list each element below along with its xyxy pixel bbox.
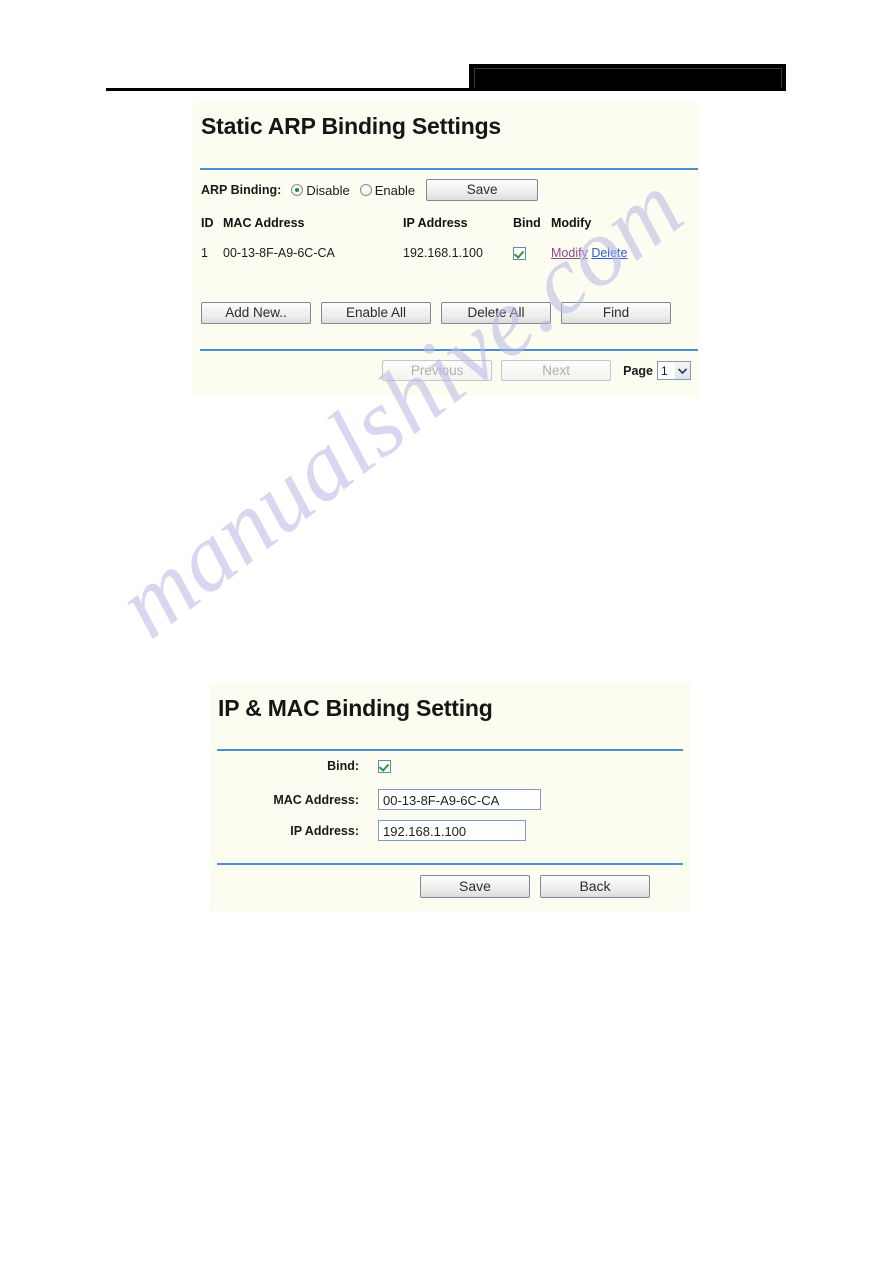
ip-mac-binding-panel: IP & MAC Binding Setting Bind: MAC Addre… <box>210 683 690 911</box>
find-button[interactable]: Find <box>561 302 671 324</box>
cell-mac-address: 00-13-8F-A9-6C-CA <box>223 246 335 261</box>
table-header-row: ID MAC Address IP Address Bind Modify <box>201 216 691 230</box>
panel-divider-bottom <box>200 349 698 351</box>
add-new-button[interactable]: Add New.. <box>201 302 311 324</box>
bind-field-checkbox[interactable] <box>378 759 391 773</box>
static-arp-binding-panel: Static ARP Binding Settings ARP Binding:… <box>192 103 700 396</box>
arp-binding-disable-option[interactable]: Disable <box>291 182 350 198</box>
arp-action-button-group: Add New.. Enable All Delete All Find <box>201 302 671 324</box>
column-header-bind: Bind <box>513 216 541 230</box>
back-button[interactable]: Back <box>540 875 650 898</box>
mac-address-field-row: MAC Address: 00-13-8F-A9-6C-CA <box>218 789 541 810</box>
bind-divider-top <box>217 749 683 751</box>
bind-panel-title: IP & MAC Binding Setting <box>218 695 493 721</box>
cell-id: 1 <box>201 246 208 261</box>
enable-all-button[interactable]: Enable All <box>321 302 431 324</box>
column-header-ip: IP Address <box>403 216 468 230</box>
bind-divider-bottom <box>217 863 683 865</box>
bind-field-row: Bind: <box>218 759 391 773</box>
panel-divider-top <box>200 168 698 170</box>
modify-link[interactable]: Modify <box>551 246 588 260</box>
ip-address-label: IP Address: <box>290 823 359 838</box>
arp-binding-row: ARP Binding: Disable Enable Save <box>201 179 539 201</box>
arp-binding-enable-option[interactable]: Enable <box>359 182 416 198</box>
page-title: Static ARP Binding Settings <box>201 113 502 139</box>
column-header-modify: Modify <box>551 216 592 230</box>
pagination-bar: Previous Next Page 1 <box>201 360 691 381</box>
bind-button-group: Save Back <box>420 875 650 898</box>
header-divider-rule <box>106 88 786 91</box>
column-header-id: ID <box>201 216 214 230</box>
cell-ip-address: 192.168.1.100 <box>403 246 483 261</box>
page-label: Page <box>623 363 653 378</box>
arp-binding-table: ID MAC Address IP Address Bind Modify 1 … <box>201 216 691 261</box>
bind-checkbox[interactable] <box>513 247 526 261</box>
radio-disable-icon[interactable] <box>291 184 304 196</box>
next-page-button[interactable]: Next <box>501 360 612 381</box>
redacted-header-bar <box>469 64 786 91</box>
table-row: 1 00-13-8F-A9-6C-CA 192.168.1.100 Modify… <box>201 246 691 261</box>
ip-address-input[interactable]: 192.168.1.100 <box>378 820 526 841</box>
delete-all-button[interactable]: Delete All <box>441 302 551 324</box>
radio-enable-label: Enable <box>374 182 416 198</box>
delete-link[interactable]: Delete <box>591 246 627 260</box>
page-select[interactable]: 1 <box>657 361 691 380</box>
mac-address-input[interactable]: 00-13-8F-A9-6C-CA <box>378 789 541 810</box>
cell-modify-actions: Modify Delete <box>551 246 671 260</box>
column-header-mac: MAC Address <box>223 216 305 230</box>
mac-address-label: MAC Address: <box>273 792 359 807</box>
save-button[interactable]: Save <box>420 875 530 898</box>
chevron-down-icon[interactable] <box>674 362 690 379</box>
previous-page-button[interactable]: Previous <box>382 360 493 381</box>
radio-disable-label: Disable <box>306 182 350 198</box>
radio-enable-icon[interactable] <box>359 184 372 196</box>
page-select-value: 1 <box>661 363 668 378</box>
ip-address-field-row: IP Address: 192.168.1.100 <box>218 820 526 841</box>
arp-binding-label: ARP Binding: <box>201 183 282 197</box>
page-header <box>0 0 893 95</box>
arp-save-button[interactable]: Save <box>426 179 539 201</box>
bind-field-label: Bind: <box>327 759 359 773</box>
cell-bind <box>513 246 551 261</box>
